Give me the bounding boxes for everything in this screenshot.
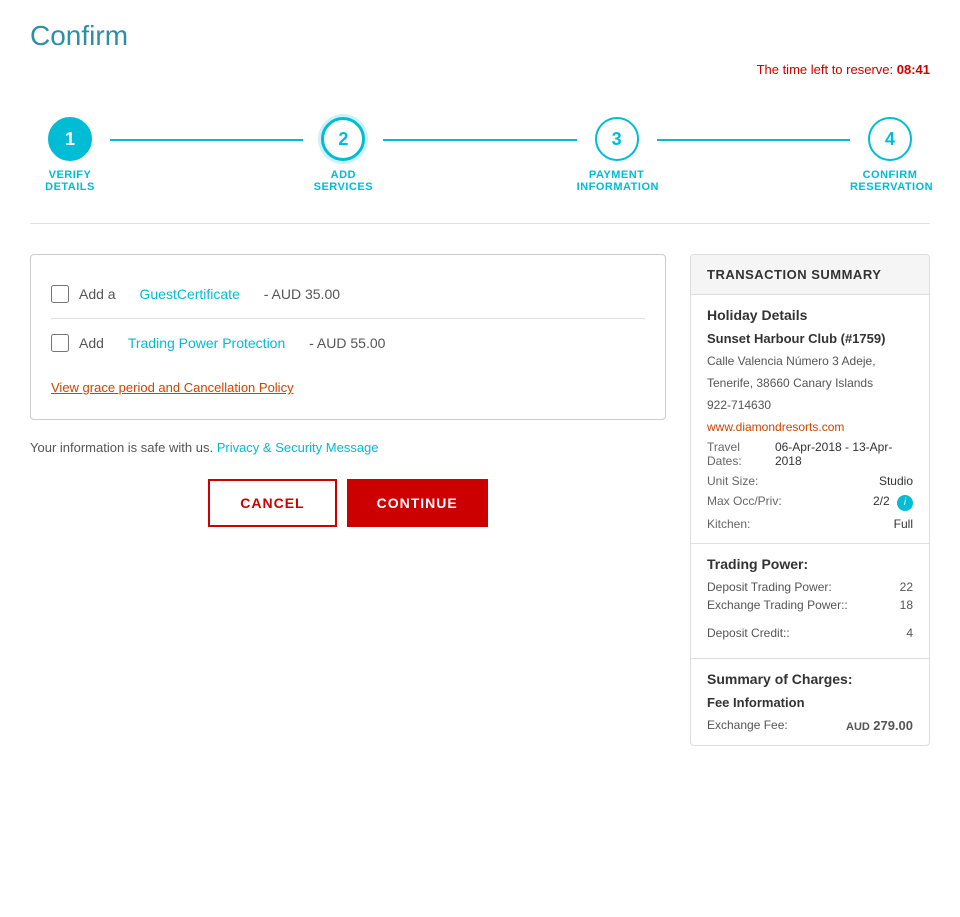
action-buttons: CANCEL CONTINUE: [30, 479, 666, 527]
step-label-1: VERIFY DETAILS: [30, 169, 110, 193]
step-label-2: ADD SERVICES: [303, 169, 383, 193]
ts-holiday-title: Holiday Details: [707, 307, 913, 323]
trading-power-protection-link[interactable]: Trading Power Protection: [128, 335, 285, 351]
service-row-1: Add a GuestCertificate - AUD 35.00: [51, 275, 645, 313]
security-text: Your information is safe with us.: [30, 440, 213, 455]
transaction-summary: TRANSACTION SUMMARY Holiday Details Suns…: [690, 254, 930, 746]
services-box: Add a GuestCertificate - AUD 35.00 Add T…: [30, 254, 666, 420]
cancel-policy-link[interactable]: View grace period and Cancellation Polic…: [51, 380, 294, 395]
ts-deposit-credit-label: Deposit Credit::: [707, 626, 790, 640]
info-icon[interactable]: i: [897, 495, 913, 511]
connector-3-4: [657, 139, 850, 141]
guest-certificate-checkbox[interactable]: [51, 285, 69, 303]
ts-address-line1: Calle Valencia Número 3 Adeje,: [707, 352, 913, 370]
ts-exchange-fee-row: Exchange Fee: AUD 279.00: [707, 718, 913, 733]
step-2: 2 ADD SERVICES: [303, 117, 383, 193]
step-3: 3 PAYMENT INFORMATION: [577, 117, 657, 193]
stepper: 1 VERIFY DETAILS 2 ADD SERVICES 3 PAYMEN…: [30, 97, 930, 224]
page-title: Confirm: [30, 20, 930, 52]
ts-exchange-fee-label: Exchange Fee:: [707, 718, 788, 733]
ts-deposit-credit-value: 4: [906, 626, 913, 640]
ts-kitchen-value: Full: [894, 517, 913, 531]
ts-deposit-trading-label: Deposit Trading Power:: [707, 580, 832, 594]
security-message: Your information is safe with us. Privac…: [30, 440, 666, 455]
ts-exchange-fee-value: AUD 279.00: [846, 718, 913, 733]
ts-unit-size-label: Unit Size:: [707, 474, 758, 488]
cancel-policy-container: View grace period and Cancellation Polic…: [51, 362, 645, 399]
connector-2-3: [383, 139, 576, 141]
ts-exchange-trading-row: Exchange Trading Power:: 18: [707, 598, 913, 612]
timer-row: The time left to reserve: 08:41: [30, 62, 930, 77]
timer-value: 08:41: [897, 62, 930, 77]
ts-travel-dates-label: Travel Dates:: [707, 440, 775, 468]
cancel-button[interactable]: CANCEL: [208, 479, 336, 527]
ts-trading-section: Trading Power: Deposit Trading Power: 22…: [691, 544, 929, 659]
ts-holiday-section: Holiday Details Sunset Harbour Club (#17…: [691, 295, 929, 544]
guest-certificate-link[interactable]: GuestCertificate: [139, 286, 239, 302]
step-circle-1: 1: [48, 117, 92, 161]
ts-deposit-trading-value: 22: [900, 580, 913, 594]
connector-1-2: [110, 139, 303, 141]
left-panel: Add a GuestCertificate - AUD 35.00 Add T…: [30, 254, 666, 746]
privacy-link[interactable]: Privacy & Security Message: [217, 440, 379, 455]
ts-max-occ-row: Max Occ/Priv: 2/2 i: [707, 494, 913, 511]
step-label-3: PAYMENT INFORMATION: [577, 169, 657, 193]
ts-resort-name: Sunset Harbour Club (#1759): [707, 331, 913, 346]
right-panel: TRANSACTION SUMMARY Holiday Details Suns…: [690, 254, 930, 746]
service-1-suffix: - AUD 35.00: [264, 286, 340, 302]
ts-travel-dates-row: Travel Dates: 06-Apr-2018 - 13-Apr-2018: [707, 440, 913, 468]
ts-trading-title: Trading Power:: [707, 556, 913, 572]
ts-deposit-trading-row: Deposit Trading Power: 22: [707, 580, 913, 594]
ts-website-link[interactable]: www.diamondresorts.com: [707, 420, 844, 434]
service-2-suffix: - AUD 55.00: [309, 335, 385, 351]
service-divider: [51, 318, 645, 319]
ts-unit-size-value: Studio: [879, 474, 913, 488]
ts-kitchen-label: Kitchen:: [707, 517, 750, 531]
ts-phone: 922-714630: [707, 396, 913, 414]
ts-charges-title: Summary of Charges:: [707, 671, 913, 687]
ts-address-line2: Tenerife, 38660 Canary Islands: [707, 374, 913, 392]
ts-exchange-trading-value: 18: [900, 598, 913, 612]
step-1: 1 VERIFY DETAILS: [30, 117, 110, 193]
continue-button[interactable]: CONTINUE: [347, 479, 488, 527]
ts-max-occ-value: 2/2 i: [873, 494, 913, 511]
step-circle-2: 2: [321, 117, 365, 161]
service-row-2: Add Trading Power Protection - AUD 55.00: [51, 324, 645, 362]
ts-exchange-trading-label: Exchange Trading Power::: [707, 598, 848, 612]
service-2-prefix: Add: [79, 335, 104, 351]
ts-kitchen-row: Kitchen: Full: [707, 517, 913, 531]
ts-max-occ-label: Max Occ/Priv:: [707, 494, 782, 511]
ts-fee-info-label: Fee Information: [707, 695, 913, 710]
ts-travel-dates-value: 06-Apr-2018 - 13-Apr-2018: [775, 440, 913, 468]
timer-label: The time left to reserve:: [757, 62, 894, 77]
step-label-4: CONFIRM RESERVATION: [850, 169, 930, 193]
trading-power-protection-checkbox[interactable]: [51, 334, 69, 352]
ts-charges-section: Summary of Charges: Fee Information Exch…: [691, 659, 929, 745]
step-circle-3: 3: [595, 117, 639, 161]
ts-unit-size-row: Unit Size: Studio: [707, 474, 913, 488]
service-1-prefix: Add a: [79, 286, 116, 302]
step-circle-4: 4: [868, 117, 912, 161]
step-4: 4 CONFIRM RESERVATION: [850, 117, 930, 193]
ts-deposit-credit-row: Deposit Credit:: 4: [707, 620, 913, 646]
ts-header: TRANSACTION SUMMARY: [691, 255, 929, 295]
